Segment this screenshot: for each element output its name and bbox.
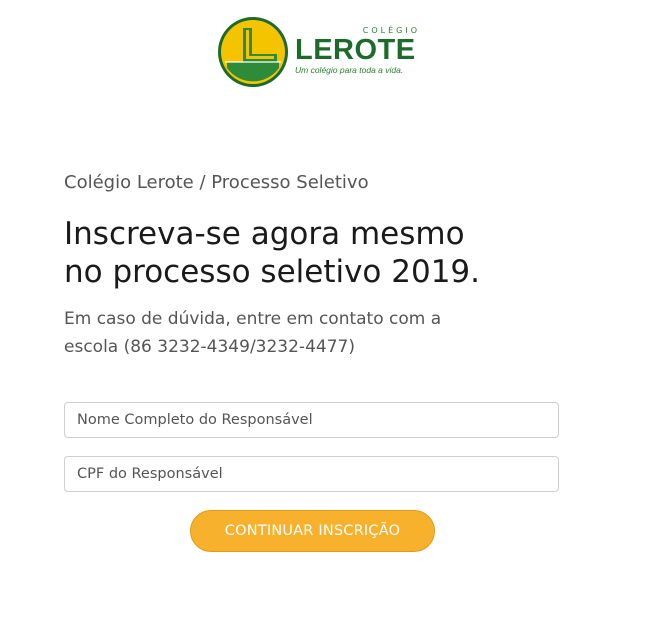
logo-wordmark: COLÉGIO LEROTE Um colégio para toda a vi…	[295, 26, 420, 76]
page-title-line-2: no processo seletivo 2019.	[64, 254, 481, 290]
guardian-cpf-input[interactable]	[64, 456, 559, 492]
logo-tagline: Um colégio para toda a vida.	[295, 65, 404, 75]
page-title: Inscreva-se agora mesmo no processo sele…	[64, 215, 544, 291]
contact-info-line-1: Em caso de dúvida, entre em contato com …	[64, 309, 442, 329]
contact-info-line-2: escola (86 3232-4349/3232-4477)	[64, 337, 355, 357]
school-logo[interactable]: COLÉGIO LEROTE Um colégio para toda a vi…	[217, 16, 417, 88]
contact-info: Em caso de dúvida, entre em contato com …	[64, 305, 534, 361]
guardian-name-input[interactable]	[64, 402, 559, 438]
page-title-line-1: Inscreva-se agora mesmo	[64, 216, 465, 252]
logo-school-name: LEROTE	[295, 34, 416, 66]
lerote-logo-icon	[218, 17, 288, 87]
breadcrumb: Colégio Lerote / Processo Seletivo	[64, 172, 369, 193]
continue-registration-button[interactable]: CONTINUAR INSCRIÇÃO	[190, 510, 435, 552]
